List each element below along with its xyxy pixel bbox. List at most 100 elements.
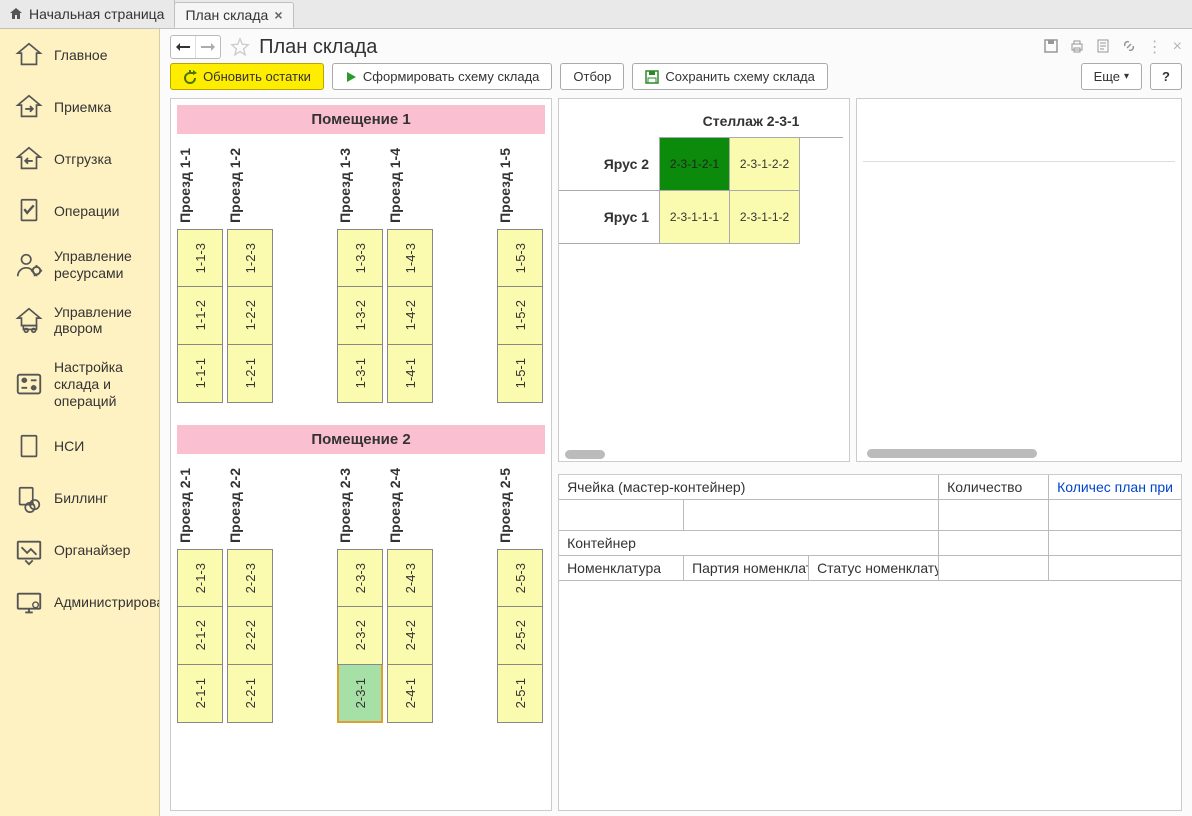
sidebar-item-label: Органайзер — [54, 542, 130, 559]
rack-cell[interactable]: 1-4-2 — [387, 287, 433, 345]
rack-cell[interactable]: 1-3-1 — [337, 345, 383, 403]
col-cell[interactable]: Ячейка (мастер-контейнер) — [559, 475, 939, 499]
rack-cell[interactable]: 1-5-1 — [497, 345, 543, 403]
rack-cell[interactable]: 1-5-2 — [497, 287, 543, 345]
rack-cell[interactable]: 1-1-3 — [177, 229, 223, 287]
nav-back-button[interactable] — [171, 36, 196, 58]
rack-cell[interactable]: 2-4-1 — [387, 665, 433, 723]
tab-page[interactable]: План склада × — [174, 2, 293, 28]
rack-cell[interactable]: 1-5-3 — [497, 229, 543, 287]
sidebar-item-3[interactable]: Операции — [0, 185, 159, 237]
sidebar-item-label: Приемка — [54, 99, 111, 116]
refresh-button[interactable]: Обновить остатки — [170, 63, 324, 90]
tab-home-label: Начальная страница — [29, 6, 164, 22]
tier-cell[interactable]: 2-3-1-1-1 — [660, 191, 730, 243]
plan-panel[interactable]: Помещение 1Проезд 1-1Проезд 1-2Проезд 1-… — [170, 98, 552, 811]
sidebar-item-label: Настройка склада и операций — [54, 359, 145, 409]
aisle-label: Проезд 2-5 — [497, 462, 543, 549]
rack-cell[interactable]: 1-4-3 — [387, 229, 433, 287]
sidebar-item-1[interactable]: Приемка — [0, 81, 159, 133]
house-truck-icon — [14, 305, 44, 335]
col-nomen[interactable]: Номенклатура — [559, 556, 684, 580]
rack-cell[interactable]: 2-3-1 — [337, 665, 383, 723]
save-scheme-label: Сохранить схему склада — [665, 69, 814, 84]
sidebar: Главное Приемка Отгрузка Операции Управление… — [0, 29, 160, 816]
monitor-gear-icon — [14, 588, 44, 618]
aisle-label: Проезд 2-1 — [177, 462, 223, 549]
horizontal-scrollbar[interactable] — [559, 447, 849, 461]
sidebar-item-4[interactable]: Управление ресурсами — [0, 237, 159, 293]
rack-cell[interactable]: 2-3-3 — [337, 549, 383, 607]
rack-cell[interactable]: 2-2-3 — [227, 549, 273, 607]
aisle-label: Проезд 1-1 — [177, 142, 223, 229]
rack-cell[interactable]: 1-3-2 — [337, 287, 383, 345]
col-batch[interactable]: Партия номенклатуры — [684, 556, 809, 580]
table-panel: Ячейка (мастер-контейнер) Количество Кол… — [558, 474, 1182, 811]
rack-cell[interactable]: 2-5-1 — [497, 665, 543, 723]
svg-text:₽: ₽ — [25, 441, 32, 453]
sidebar-item-7[interactable]: ₽НСИ — [0, 421, 159, 473]
rack-cell[interactable]: 2-4-3 — [387, 549, 433, 607]
titlebar: План склада ⋮ × — [160, 29, 1192, 63]
sidebar-item-10[interactable]: Администрирование — [0, 577, 159, 629]
sliders-icon — [14, 369, 44, 399]
generate-button[interactable]: Сформировать схему склада — [332, 63, 553, 90]
rack-cell[interactable]: 2-3-2 — [337, 607, 383, 665]
sidebar-item-label: Отгрузка — [54, 151, 112, 168]
arrow-left-icon — [176, 41, 190, 53]
home-icon — [8, 6, 24, 22]
sidebar-item-2[interactable]: Отгрузка — [0, 133, 159, 185]
save-scheme-button[interactable]: Сохранить схему склада — [632, 63, 827, 90]
aisle-label: Проезд 2-3 — [337, 462, 383, 549]
tier-cell[interactable]: 2-3-1-1-2 — [730, 191, 800, 243]
link-icon[interactable] — [1121, 38, 1137, 57]
rack-cell[interactable]: 2-4-2 — [387, 607, 433, 665]
house-out-icon — [14, 144, 44, 174]
col-qty-plan[interactable]: Количес план при — [1049, 475, 1181, 499]
rack-cell[interactable]: 1-1-1 — [177, 345, 223, 403]
nav-forward-button[interactable] — [196, 36, 220, 58]
rack-cell[interactable]: 1-1-2 — [177, 287, 223, 345]
sidebar-item-label: Главное — [54, 47, 108, 64]
more-button[interactable]: Еще — [1081, 63, 1142, 90]
sidebar-item-label: Управление ресурсами — [54, 248, 145, 282]
sidebar-item-8[interactable]: Биллинг — [0, 473, 159, 525]
filter-button[interactable]: Отбор — [560, 63, 624, 90]
rack-cell[interactable]: 2-5-2 — [497, 607, 543, 665]
tier-label: Ярус 1 — [559, 191, 659, 244]
rack-cell[interactable]: 2-2-1 — [227, 665, 273, 723]
rack-cell[interactable]: 1-2-3 — [227, 229, 273, 287]
sidebar-item-9[interactable]: Органайзер — [0, 525, 159, 577]
rack-cell[interactable]: 2-5-3 — [497, 549, 543, 607]
close-icon[interactable]: × — [274, 7, 282, 23]
rack-cell[interactable]: 2-1-3 — [177, 549, 223, 607]
rack-cell[interactable]: 1-4-1 — [387, 345, 433, 403]
print-icon[interactable] — [1069, 38, 1085, 57]
rack-cell[interactable]: 2-1-1 — [177, 665, 223, 723]
star-icon[interactable] — [229, 36, 251, 58]
report-icon[interactable] — [1095, 38, 1111, 57]
close-page-icon[interactable]: × — [1173, 38, 1182, 56]
save-icon[interactable] — [1043, 38, 1059, 57]
rack-title: Стеллаж 2-3-1 — [659, 105, 843, 138]
sidebar-item-5[interactable]: Управление двором — [0, 293, 159, 349]
sidebar-item-6[interactable]: Настройка склада и операций — [0, 348, 159, 420]
tier-cell[interactable]: 2-3-1-2-1 — [660, 138, 730, 190]
col-qty[interactable]: Количество — [939, 475, 1049, 499]
home-icon — [14, 40, 44, 70]
toolbar: Обновить остатки Сформировать схему скла… — [160, 63, 1192, 98]
sidebar-item-0[interactable]: Главное — [0, 29, 159, 81]
horizontal-scrollbar[interactable] — [857, 449, 1181, 461]
col-container[interactable]: Контейнер — [559, 531, 939, 555]
tab-home[interactable]: Начальная страница — [0, 0, 175, 28]
kebab-icon[interactable]: ⋮ — [1147, 37, 1163, 57]
rack-cell[interactable]: 1-2-2 — [227, 287, 273, 345]
help-button[interactable]: ? — [1150, 63, 1182, 90]
detail-panel — [856, 98, 1182, 462]
rack-cell[interactable]: 2-2-2 — [227, 607, 273, 665]
rack-cell[interactable]: 1-2-1 — [227, 345, 273, 403]
rack-cell[interactable]: 2-1-2 — [177, 607, 223, 665]
tier-cell[interactable]: 2-3-1-2-2 — [730, 138, 800, 190]
col-status[interactable]: Статус номенклатуры — [809, 556, 939, 580]
rack-cell[interactable]: 1-3-3 — [337, 229, 383, 287]
